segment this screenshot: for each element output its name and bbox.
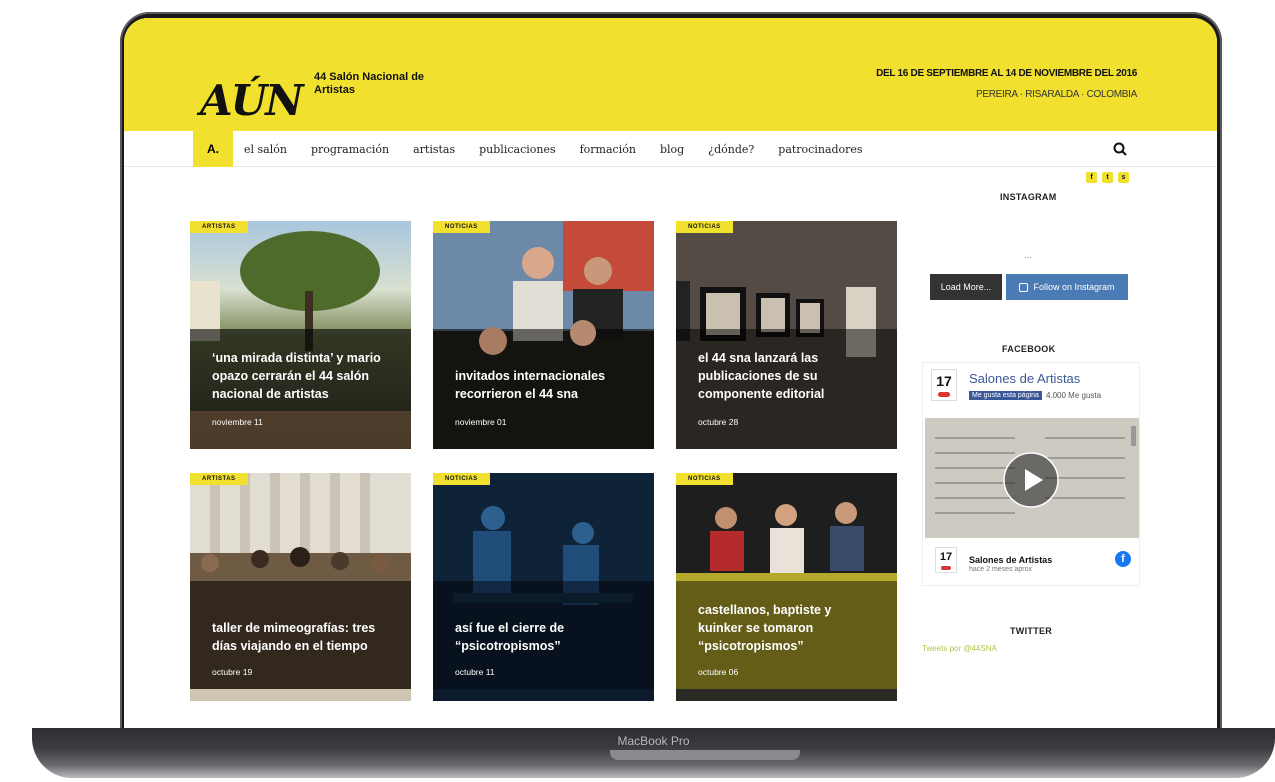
card-photo — [676, 221, 897, 449]
card-title[interactable]: taller de mimeografías: tres días viajan… — [212, 619, 392, 655]
follow-instagram-label: Follow on Instagram — [1033, 282, 1115, 292]
nav-item-el-salon[interactable]: el salón — [244, 143, 287, 156]
nav-item-blog[interactable]: blog — [660, 143, 684, 156]
card-date: octubre 19 — [212, 667, 253, 677]
post-card[interactable]: ARTISTAS taller de mimeografías: tres dí… — [190, 473, 411, 701]
calendar-icon-small: 17 — [935, 547, 957, 573]
site-header: AÚN 44 Salón Nacional de Artistas DEL 16… — [124, 18, 1217, 131]
fb-likes-count: 4.000 Me gusta — [1045, 391, 1102, 400]
fb-page-name[interactable]: Salones de Artistas — [969, 371, 1080, 386]
card-photo — [433, 473, 654, 689]
social-icons: f t s — [1086, 172, 1129, 183]
card-title[interactable]: invitados internacionales recorrieron el… — [455, 367, 635, 403]
calendar-day: 17 — [939, 551, 953, 563]
card-badge[interactable]: NOTICIAS — [676, 473, 733, 485]
fb-footer-sub: hace 2 meses aprox — [969, 566, 1033, 573]
twitter-link[interactable]: Tweets por @44SNA — [922, 644, 997, 653]
follow-instagram-button[interactable]: Follow on Instagram — [1006, 274, 1128, 300]
fb-video[interactable] — [925, 418, 1139, 538]
facebook-logo-icon[interactable]: f — [1115, 551, 1131, 567]
card-badge[interactable]: ARTISTAS — [190, 221, 248, 233]
card-badge[interactable]: NOTICIAS — [433, 221, 490, 233]
post-card[interactable]: NOTICIAS invitados internacionales recor… — [433, 221, 654, 449]
card-title[interactable]: castellanos, baptiste y kuinker se tomar… — [698, 601, 878, 655]
card-photo — [433, 221, 654, 449]
fb-like-button[interactable]: Me gusta esta página — [969, 391, 1042, 400]
laptop-base: MacBook Pro — [32, 728, 1275, 778]
card-photo — [190, 231, 411, 449]
nav-item-patrocinadores[interactable]: patrocinadores — [778, 143, 862, 156]
card-date: octubre 28 — [698, 417, 739, 427]
post-card[interactable]: NOTICIAS así fue el cierre de “psicotrop… — [433, 473, 654, 701]
instagram-loader: ... — [1024, 250, 1032, 260]
site-subtitle: 44 Salón Nacional de Artistas — [314, 71, 425, 96]
device-label: MacBook Pro — [617, 734, 690, 748]
card-photo — [676, 473, 897, 689]
calendar-day: 17 — [936, 373, 952, 389]
card-title[interactable]: así fue el cierre de “psicotropismos” — [455, 619, 635, 655]
post-card[interactable]: ARTISTAS ‘una mirada distinta’ y mario o… — [190, 221, 411, 449]
card-date: octubre 11 — [455, 667, 495, 677]
card-badge[interactable]: ARTISTAS — [190, 473, 248, 485]
nav-home[interactable]: A. — [193, 131, 233, 167]
site-logo[interactable]: AÚN — [200, 76, 304, 125]
search-icon[interactable] — [1112, 141, 1128, 157]
nav-items: el salón programación artistas publicaci… — [244, 131, 863, 167]
instagram-logo-icon — [1019, 282, 1029, 292]
card-badge[interactable]: NOTICIAS — [676, 221, 733, 233]
card-badge[interactable]: NOTICIAS — [433, 473, 490, 485]
nav-item-donde[interactable]: ¿dónde? — [708, 143, 754, 156]
facebook-icon[interactable]: f — [1086, 172, 1097, 183]
card-title[interactable]: el 44 sna lanzará las publicaciones de s… — [698, 349, 878, 403]
facebook-title: FACEBOOK — [1002, 344, 1056, 354]
facebook-widget: 17 Salones de Artistas Me gusta esta pág… — [922, 362, 1140, 586]
twitter-icon[interactable]: t — [1102, 172, 1113, 183]
nav-item-artistas[interactable]: artistas — [413, 143, 455, 156]
nav-item-formacion[interactable]: formación — [580, 143, 636, 156]
card-title[interactable]: ‘una mirada distinta’ y mario opazo cerr… — [212, 349, 392, 403]
event-dates: DEL 16 DE SEPTIEMBRE AL 14 DE NOVIEMBRE … — [876, 68, 1137, 79]
main-nav: A. el salón programación artistas public… — [124, 131, 1217, 167]
fb-like-row: Me gusta esta página 4.000 Me gusta — [969, 391, 1101, 400]
instagram-title: INSTAGRAM — [1000, 192, 1057, 202]
post-card[interactable]: NOTICIAS castellanos, baptiste y kuinker… — [676, 473, 897, 701]
card-date: noviembre 01 — [455, 417, 507, 427]
card-date: octubre 06 — [698, 667, 739, 677]
post-card[interactable]: NOTICIAS el 44 sna lanzará las publicaci… — [676, 221, 897, 449]
nav-item-publicaciones[interactable]: publicaciones — [479, 143, 555, 156]
load-more-button[interactable]: Load More... — [930, 274, 1002, 300]
instagram-icon[interactable]: s — [1118, 172, 1129, 183]
card-date: noviembre 11 — [212, 417, 263, 427]
laptop-notch — [610, 750, 800, 760]
play-icon[interactable] — [1003, 452, 1059, 508]
twitter-title: TWITTER — [1010, 626, 1053, 636]
fb-footer-name[interactable]: Salones de Artistas — [969, 555, 1052, 565]
browser-screen: AÚN 44 Salón Nacional de Artistas DEL 16… — [124, 18, 1217, 728]
nav-item-programacion[interactable]: programación — [311, 143, 389, 156]
calendar-icon: 17 — [931, 369, 957, 401]
card-photo — [190, 473, 411, 689]
event-place: PEREIRA · RISARALDA · COLOMBIA — [975, 89, 1137, 100]
